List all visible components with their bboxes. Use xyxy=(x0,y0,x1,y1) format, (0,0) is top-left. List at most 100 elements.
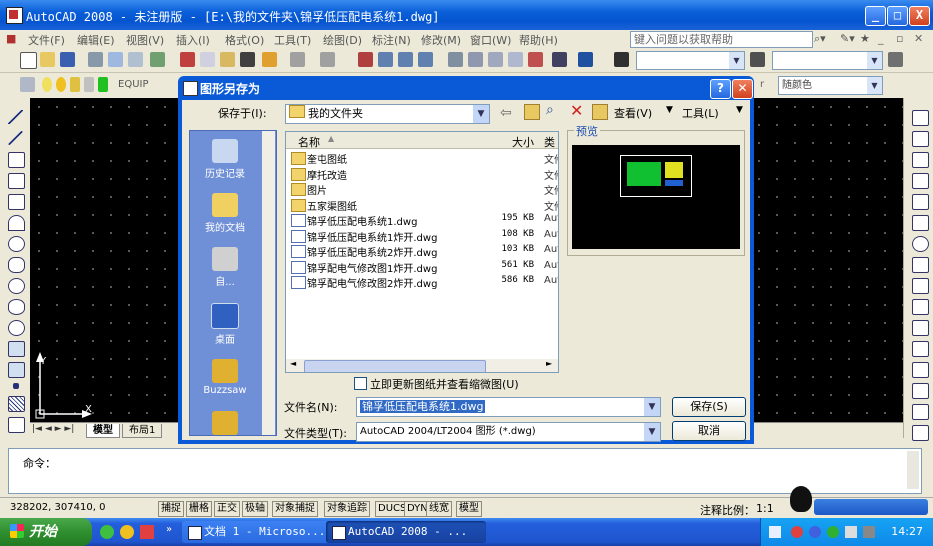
line-icon[interactable] xyxy=(8,110,23,124)
zoom-realtime-icon[interactable] xyxy=(378,52,393,67)
pan-icon[interactable] xyxy=(358,52,373,67)
file-row[interactable]: 图片 文件 xyxy=(286,181,558,197)
autocad-app-icon[interactable] xyxy=(6,7,23,24)
help-icon[interactable] xyxy=(578,52,593,67)
cancel-button[interactable]: 取消 xyxy=(672,421,746,441)
polar-toggle[interactable]: 极轴 xyxy=(242,501,268,517)
linetype-value[interactable]: r xyxy=(760,79,764,90)
osnap-toggle[interactable]: 对象捕捉 xyxy=(272,501,318,517)
new-icon[interactable] xyxy=(20,52,37,69)
array-icon[interactable] xyxy=(912,194,929,210)
filetype-select[interactable]: AutoCAD 2004/LT2004 图形 (*.dwg) ▼ xyxy=(356,422,661,442)
search-web-icon[interactable]: ⌕ xyxy=(546,102,554,118)
maximize-button[interactable]: □ xyxy=(887,6,908,26)
etransmit-icon[interactable] xyxy=(150,52,165,67)
join-icon[interactable] xyxy=(912,362,929,378)
save-icon[interactable] xyxy=(60,52,75,67)
rotate-icon[interactable] xyxy=(912,236,929,252)
erase-icon[interactable] xyxy=(912,110,929,126)
extend-icon[interactable] xyxy=(912,320,929,336)
view-menu[interactable]: 查看(V) xyxy=(614,105,652,121)
column-type[interactable]: 类 xyxy=(544,134,555,150)
tab-nav-arrows-icon[interactable]: |◄ ◄ ► ►| xyxy=(32,424,74,434)
copy-object-icon[interactable] xyxy=(912,131,929,147)
save-button[interactable]: 保存(S) xyxy=(672,397,746,417)
qq-penguin-icon[interactable] xyxy=(790,486,812,512)
polyline-icon[interactable] xyxy=(8,152,25,168)
back-arrow-icon[interactable]: ⇦ xyxy=(500,105,512,121)
trim-icon[interactable] xyxy=(912,299,929,315)
file-row[interactable]: 锦孚配电气修改图1炸开.dwg 561 KB Aut xyxy=(286,259,558,275)
coordinate-readout[interactable]: 328202, 307410, 0 xyxy=(10,502,105,513)
task-autocad[interactable]: AutoCAD 2008 - ... xyxy=(326,521,486,543)
plot-preview-icon[interactable] xyxy=(108,52,123,67)
save-in-combo[interactable]: 我的文件夹 ▼ xyxy=(285,104,490,124)
tab-layout1[interactable]: 布局1 xyxy=(122,424,163,438)
redo-icon[interactable] xyxy=(320,52,335,67)
place-my-documents[interactable]: 我的文档 xyxy=(190,193,260,234)
scale-icon[interactable] xyxy=(912,257,929,273)
file-row[interactable]: 锦孚配电气修改图2炸开.dwg 586 KB Aut xyxy=(286,274,558,290)
otrack-toggle[interactable]: 对象追踪 xyxy=(324,501,370,517)
quickcalc-icon[interactable] xyxy=(552,52,567,67)
ime-toolbar[interactable] xyxy=(814,499,928,515)
communication-center-icon[interactable]: ✎▾ xyxy=(840,32,855,45)
command-scrollbar[interactable] xyxy=(907,451,919,489)
dialog-help-button[interactable]: ? xyxy=(710,79,731,99)
break-icon[interactable] xyxy=(912,341,929,357)
tools-chevron-down-icon[interactable]: ▼ xyxy=(736,105,743,115)
tab-model[interactable]: 模型 xyxy=(86,424,120,438)
file-list-hscrollbar[interactable]: ◄ ► xyxy=(286,359,558,372)
revision-cloud-icon[interactable] xyxy=(8,257,25,273)
match-properties-icon[interactable] xyxy=(240,52,255,67)
grid-toggle[interactable]: 栅格 xyxy=(186,501,212,517)
layer-plot-icon[interactable] xyxy=(84,77,94,92)
quicklaunch-icon-1[interactable] xyxy=(100,525,114,539)
tool-palettes-icon[interactable] xyxy=(488,52,503,67)
place-favorites[interactable]: 自... xyxy=(190,247,260,288)
dialog-close-button[interactable]: ✕ xyxy=(732,79,753,99)
hatch-icon[interactable] xyxy=(8,396,25,412)
up-folder-icon[interactable] xyxy=(524,104,540,120)
dim-style-icon[interactable] xyxy=(750,52,765,67)
file-row[interactable]: 锦孚低压配电系统2炸开.dwg 103 KB Aut xyxy=(286,243,558,259)
layer-lock-icon[interactable] xyxy=(70,77,80,92)
file-row[interactable]: 锦孚低压配电系统1.dwg 195 KB Aut xyxy=(286,212,558,228)
close-button[interactable]: X xyxy=(909,6,930,26)
chamfer-icon[interactable] xyxy=(912,383,929,399)
color-combo[interactable]: 随颜色 ▼ xyxy=(778,76,883,95)
ortho-toggle[interactable]: 正交 xyxy=(214,501,240,517)
chevron-down-icon[interactable]: ▼ xyxy=(473,105,489,123)
scroll-right-icon[interactable]: ► xyxy=(546,359,552,368)
ellipse-icon[interactable] xyxy=(8,299,25,315)
quicklaunch-icon-3[interactable] xyxy=(140,525,154,539)
file-list[interactable]: 名称 ▲ 大小 类 奎屯图纸文件摩托改造文件图片文件五家渠图纸文件锦孚低压配电系… xyxy=(285,131,559,373)
design-center-icon[interactable] xyxy=(468,52,483,67)
places-scrollbar[interactable] xyxy=(262,131,275,435)
app-title-bar[interactable]: AutoCAD 2008 - 未注册版 - [E:\我的文件夹\锦孚低压配电系统… xyxy=(0,0,933,30)
file-row[interactable]: 五家渠图纸 文件 xyxy=(286,197,558,213)
offset-icon[interactable] xyxy=(912,173,929,189)
start-button[interactable]: 开始 xyxy=(0,518,92,546)
chevron-down-icon[interactable]: ▼ xyxy=(644,423,660,441)
quicklaunch-more-icon[interactable]: » xyxy=(166,524,172,535)
snap-toggle[interactable]: 捕捉 xyxy=(158,501,184,517)
tools-menu[interactable]: 工具(L) xyxy=(682,105,719,121)
block-editor-icon[interactable] xyxy=(262,52,277,67)
properties-icon[interactable] xyxy=(448,52,463,67)
favorites-star-icon[interactable]: ★ xyxy=(860,32,870,45)
place-ftp[interactable] xyxy=(190,411,260,437)
construction-line-icon[interactable] xyxy=(8,131,23,145)
explode-icon[interactable] xyxy=(912,425,929,441)
view-chevron-down-icon[interactable]: ▼ xyxy=(666,105,673,115)
menu-edit[interactable]: 编辑(E) xyxy=(77,32,115,48)
annotation-scale-value[interactable]: 1:1 xyxy=(756,502,774,515)
layer-manager-icon[interactable] xyxy=(20,77,35,92)
place-desktop[interactable]: 桌面 xyxy=(190,303,260,346)
menu-draw[interactable]: 绘图(D) xyxy=(323,32,362,48)
point-icon[interactable] xyxy=(13,383,19,389)
tray-icon-1[interactable] xyxy=(791,526,803,538)
file-row[interactable]: 奎屯图纸 文件 xyxy=(286,150,558,166)
lineweight-toggle[interactable]: 线宽 xyxy=(426,501,452,517)
make-block-icon[interactable] xyxy=(8,362,25,378)
